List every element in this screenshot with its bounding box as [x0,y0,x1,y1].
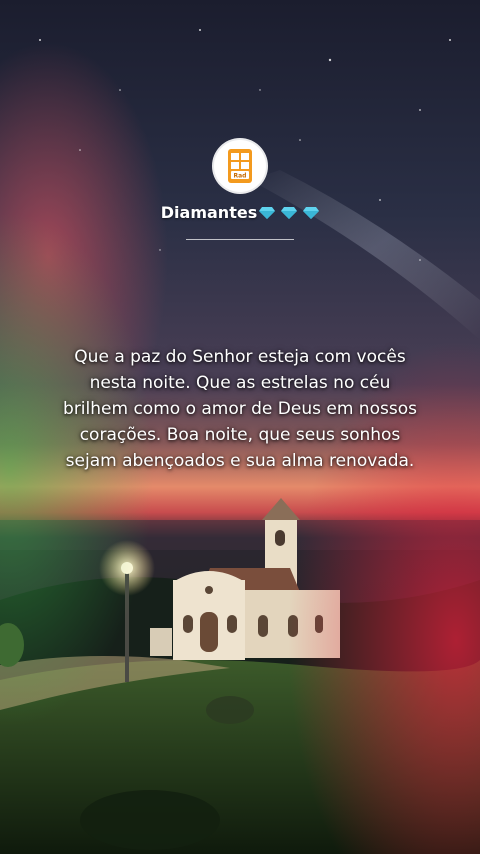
diamond-icon [281,204,298,223]
profile-avatar[interactable]: Rad [214,140,266,192]
post-message: Que a paz do Senhor esteja com vocês nes… [63,347,417,471]
diamond-icon [259,204,276,223]
diamond-icon [303,204,320,223]
divider-line [186,239,294,240]
username: Diamantes [160,203,258,222]
phone-logo-icon: Rad [228,149,252,183]
username-row[interactable]: Diamantes [0,203,480,223]
avatar-logo-text: Rad [234,173,247,180]
